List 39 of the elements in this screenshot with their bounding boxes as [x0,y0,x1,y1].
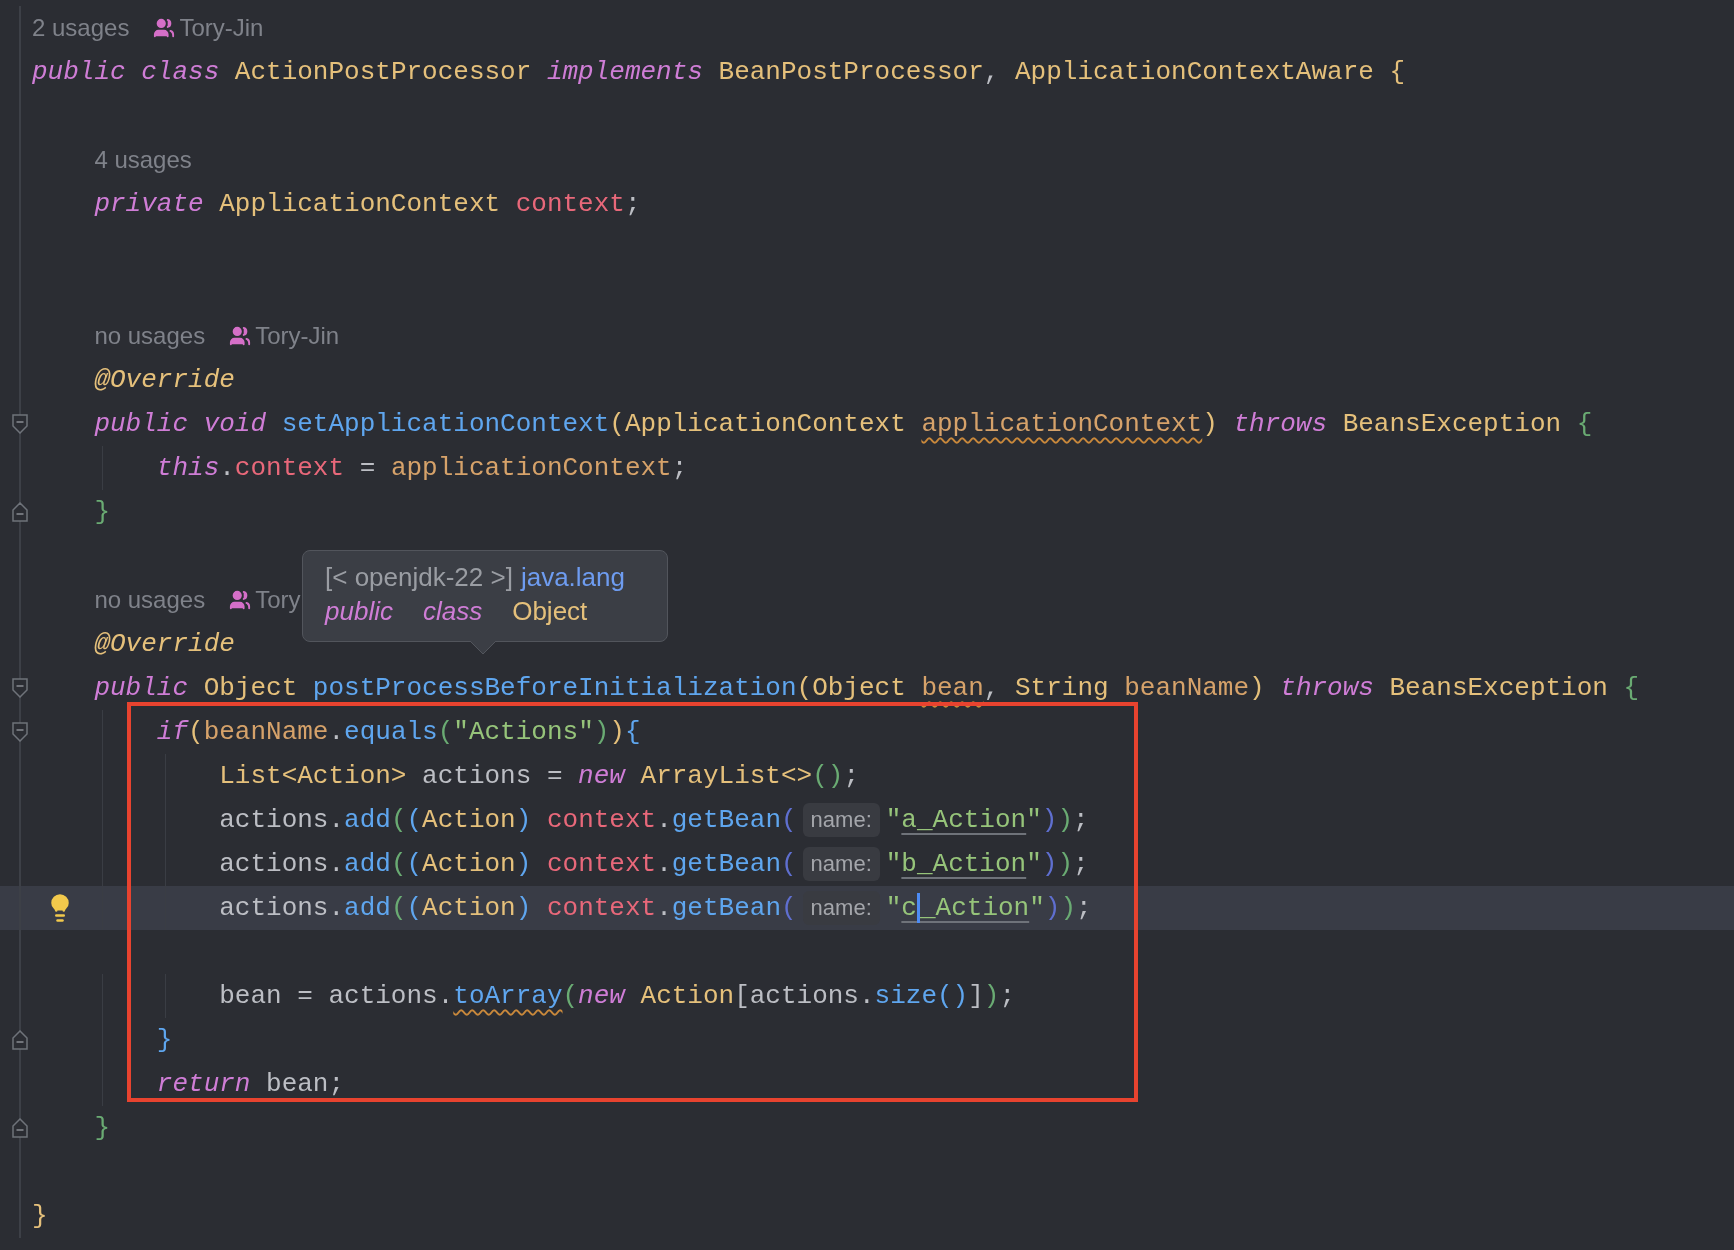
usage-count[interactable]: no usages [94,318,206,354]
code-line: bean = actions.toArray(new Action[actions.size()]); [218,980,1016,1013]
author-name[interactable]: Tory [255,582,301,618]
code-line: public Object postProcessBeforeInitialization(Object bean, String beanName) throws BeansException { [93,672,1640,705]
code-line: actions.add((Action) context.getBean( name: "a_Action")); [32,798,1089,842]
author-name[interactable]: Tory-Jin [255,318,340,354]
users-icon [153,17,176,39]
code-line: private ApplicationContext context; [93,188,641,221]
code-line: return bean; [155,1068,345,1101]
code-line: } [93,496,110,529]
author-name[interactable]: Tory-Jin [179,10,264,46]
package-link[interactable]: java.lang [520,561,625,593]
code-line: actions.add((Action) context.getBean( name: "c_Action")); [32,886,1092,930]
code-line: public class ActionPostProcessor implements BeanPostProcessor, ApplicationContextAware { [32,56,1406,89]
code-line: @Override [93,364,235,397]
fold-marker-icon[interactable] [12,1030,28,1050]
code-line: } [93,1112,110,1145]
declaration-text: public [325,595,393,627]
code-line: } [155,1024,173,1057]
declaration-text: Object [512,595,588,627]
usage-count[interactable]: no usages [94,582,206,618]
fold-marker-icon[interactable] [12,678,28,698]
fold-marker-icon[interactable] [12,1118,28,1138]
library-label: [< openjdk-22 >] [325,561,513,593]
usage-count[interactable]: 2 usages [32,10,130,46]
users-icon [229,325,252,347]
users-icon [229,589,252,611]
fold-marker-icon[interactable] [12,414,28,434]
fold-marker-icon[interactable] [12,722,28,742]
fold-marker-icon[interactable] [12,502,28,522]
code-line: if(beanName.equals("Actions")){ [155,716,641,749]
code-line: actions.add((Action) context.getBean( name: "b_Action")); [32,842,1089,886]
code-line: @Override [93,628,235,661]
usage-count[interactable]: 4 usages [94,142,192,178]
declaration-text: class [422,595,483,627]
code-line: } [32,1200,48,1233]
code-line: List<Action> actions = new ArrayList<>(); [218,760,859,793]
code-line: public void setApplicationContext(ApplicationContext applicationContext) throws BeansException { [93,408,1593,441]
code-line: this.context = applicationContext; [155,452,688,485]
